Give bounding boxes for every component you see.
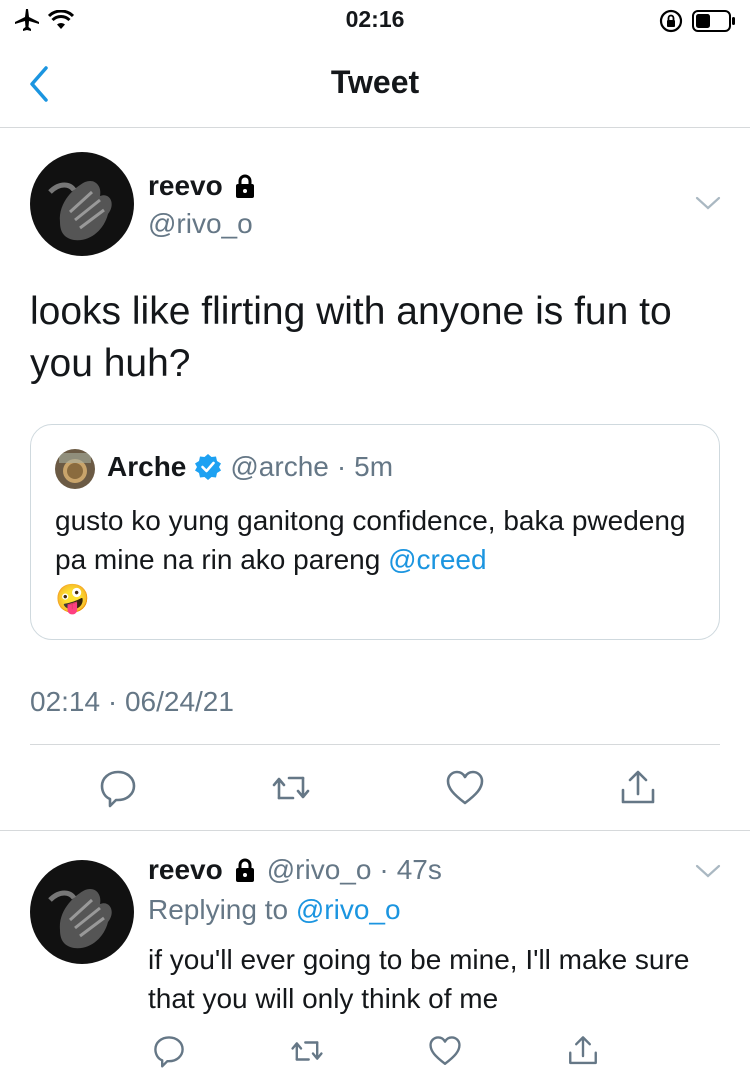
reply-action-bar: [152, 1034, 600, 1073]
replying-to: Replying to @rivo_o: [148, 894, 401, 926]
quote-avatar: [55, 449, 95, 489]
replying-to-handle[interactable]: @rivo_o: [296, 894, 401, 925]
quote-handle: @arche: [230, 451, 329, 482]
quote-text: gusto ko yung ganitong confidence, baka …: [55, 501, 695, 618]
chevron-down-icon: [695, 864, 721, 878]
tweet-action-bar: [98, 768, 658, 813]
reply-icon: [154, 1036, 184, 1068]
battery-icon: [692, 10, 736, 37]
like-button[interactable]: [445, 768, 485, 813]
tweet-author-row: reevo: [148, 170, 259, 202]
tweet-timestamp: 02:14 · 06/24/21: [30, 686, 234, 717]
quote-header: Arche @arche · 5m: [107, 451, 393, 483]
quote-age: 5m: [354, 451, 394, 482]
rotation-lock-icon: [658, 8, 684, 39]
more-options-button[interactable]: [694, 194, 722, 212]
share-icon: [621, 770, 655, 804]
reply-age: 47s: [396, 854, 442, 885]
reply-button[interactable]: [98, 768, 138, 813]
status-bar: 02:16: [0, 0, 750, 40]
chevron-down-icon: [695, 196, 721, 210]
lock-icon: [235, 858, 254, 882]
reply-icon: [100, 770, 136, 808]
share-button[interactable]: [618, 768, 658, 813]
verified-badge-icon: [195, 454, 222, 480]
page-title: Tweet: [330, 64, 420, 100]
quote-author-name: Arche: [107, 451, 187, 482]
share-button[interactable]: [566, 1034, 600, 1073]
reply-button[interactable]: [152, 1034, 186, 1073]
retweet-icon: [273, 776, 310, 800]
like-icon: [446, 770, 483, 805]
quote-text-body: gusto ko yung ganitong confidence, baka …: [55, 505, 686, 575]
retweet-icon: [291, 1041, 323, 1061]
like-button[interactable]: [428, 1034, 462, 1073]
emoji: 🤪: [55, 583, 90, 614]
avatar[interactable]: [30, 152, 134, 256]
author-handle[interactable]: @rivo_o: [148, 208, 253, 240]
like-icon: [429, 1036, 461, 1065]
reply-author-row: reevo @rivo_o · 47s: [148, 854, 442, 886]
navigation-bar: Tweet: [0, 40, 750, 128]
reply-more-options-button[interactable]: [694, 862, 722, 880]
divider: [30, 744, 720, 745]
reply-text: if you'll ever going to be mine, I'll ma…: [148, 944, 690, 1014]
lock-icon: [235, 174, 254, 198]
reply-author-name[interactable]: reevo: [148, 854, 223, 886]
status-time: 02:16: [345, 6, 405, 32]
replying-to-label: Replying to: [148, 894, 296, 925]
author-name[interactable]: reevo: [148, 170, 223, 202]
reply-author-handle[interactable]: @rivo_o: [267, 854, 372, 886]
tweet-text: looks like flirting with anyone is fun t…: [30, 290, 672, 385]
reply-avatar[interactable]: [30, 860, 134, 964]
mention-link[interactable]: @creed: [388, 544, 486, 575]
quote-dot: ·: [336, 451, 347, 482]
share-icon: [569, 1036, 597, 1065]
retweet-button[interactable]: [271, 768, 311, 813]
divider: [0, 830, 750, 831]
reply-dot: ·: [379, 854, 389, 885]
retweet-button[interactable]: [290, 1034, 324, 1073]
quoted-tweet[interactable]: Arche @arche · 5m gusto ko yung ganitong…: [30, 424, 720, 640]
